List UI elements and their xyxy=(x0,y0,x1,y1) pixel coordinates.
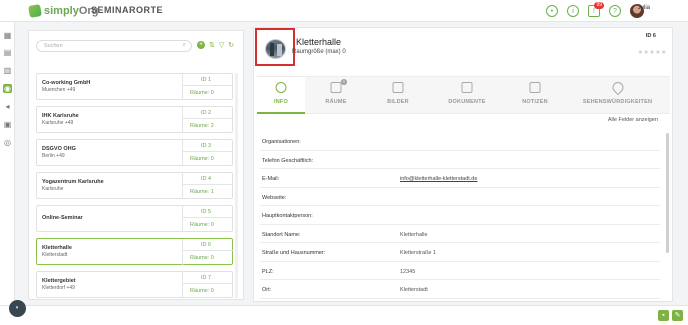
user-name[interactable]: Julia xyxy=(638,5,650,11)
list-item[interactable]: Yogazentrum Karlsruhe Karlsruhe ID 4 Räu… xyxy=(36,172,233,199)
detail-panel: Kletterhalle Raumgröße (max) 0 ID 6 ★★★★… xyxy=(253,27,673,302)
detail-title: Kletterhalle xyxy=(296,37,342,47)
bottom-bar xyxy=(0,305,688,325)
id-badge: ID 4 xyxy=(182,173,233,185)
location-list: Co-working GmbH Muenchen +49 ID 1 Räume:… xyxy=(36,73,233,298)
field-row: E-Mail: info@kletterhalle-kletterstadt.d… xyxy=(260,169,660,188)
detail-id: ID 6 xyxy=(645,33,656,39)
rooms-count: Räume: 0 xyxy=(182,284,233,298)
id-badge: ID 5 xyxy=(182,206,233,218)
tab-sights[interactable]: SEHENSWÜRDIGKEITEN xyxy=(565,77,670,114)
id-badge: ID 1 xyxy=(182,74,233,86)
list-item[interactable]: IHK Karlsruhe Karlsruhe +49 ID 2 Räume: … xyxy=(36,106,233,133)
megaphone-icon[interactable]: ◂ xyxy=(3,102,12,111)
field-row: Standort Name: Kletterhalle xyxy=(260,225,660,243)
rooms-count: Räume: 0 xyxy=(182,218,233,232)
id-badge: ID 3 xyxy=(182,140,233,152)
page-title: SEMINARORTE xyxy=(91,5,164,15)
field-row: Hauptkontaktperson: xyxy=(260,206,660,225)
support-icon[interactable]: ◎ xyxy=(3,138,12,147)
building-icon[interactable]: ▥ xyxy=(3,66,12,75)
id-badge: ID 6 xyxy=(182,239,233,251)
notification-badge: 99 xyxy=(594,2,604,9)
tab-documents[interactable]: DOKUMENTE xyxy=(429,77,505,114)
info-icon[interactable]: i xyxy=(567,5,579,17)
book-icon[interactable]: ▤ xyxy=(3,48,12,57)
sidebar: ▦ ▤ ▥ ◉ ◂ ▣ ◎ xyxy=(0,22,15,325)
list-scrollbar[interactable] xyxy=(235,73,238,298)
rooms-count: Räume: 0 xyxy=(182,251,233,265)
map-pin-icon xyxy=(609,79,626,96)
info-icon xyxy=(275,82,287,93)
field-list: Organisationen: Telefon Geschäftlich: E-… xyxy=(260,132,660,299)
logo-icon xyxy=(28,3,42,18)
search-placeholder: Suchen xyxy=(44,43,63,49)
rooms-icon xyxy=(330,82,342,93)
rooms-badge: 0 xyxy=(341,79,347,85)
detail-tabs: INFO 0 RÄUME BILDER DOKUMENTE NOTIZEN SE… xyxy=(257,76,670,114)
add-icon[interactable]: + xyxy=(197,41,205,49)
email-link[interactable]: info@kletterhalle-kletterstadt.de xyxy=(400,176,477,182)
search-input[interactable]: Suchen ⌕ xyxy=(36,40,192,52)
location-icon[interactable]: ◉ xyxy=(3,84,12,93)
notes-icon xyxy=(529,82,541,93)
location-list-panel: Suchen ⌕ + ⇅ ▽ ↻ Co-working GmbH Muenche… xyxy=(28,30,244,300)
rooms-count: Räume: 1 xyxy=(182,185,233,199)
rooms-count: Räume: 2 xyxy=(182,119,233,133)
list-tools: + ⇅ ▽ ↻ xyxy=(197,41,234,49)
lightbulb-icon[interactable]: • xyxy=(546,5,558,17)
chat-button[interactable]: ◐ xyxy=(9,300,26,317)
search-icon: ⌕ xyxy=(182,42,186,48)
image-icon xyxy=(392,82,404,93)
sort-icon[interactable]: ⇅ xyxy=(209,41,215,49)
field-row: PLZ: 12345 xyxy=(260,262,660,280)
document-icon xyxy=(461,82,473,93)
detail-subtitle: Raumgröße (max) 0 xyxy=(292,49,346,55)
list-item[interactable]: DSGVO OHG Berlin +49 ID 3 Räume: 0 xyxy=(36,139,233,166)
field-row: Telefon Geschäftlich: xyxy=(260,151,660,169)
notification-icon[interactable]: ! 99 xyxy=(588,2,604,17)
rating-stars[interactable]: ★★★★★ xyxy=(638,49,667,56)
delete-button[interactable]: ▪ xyxy=(658,310,669,321)
location-thumbnail[interactable] xyxy=(265,39,286,59)
app-logo[interactable]: simplyOrg xyxy=(28,3,98,18)
header-icons: • i ! 99 ? xyxy=(546,2,644,18)
rooms-count: Räume: 0 xyxy=(182,152,233,166)
top-bar: simplyOrg SEMINARORTE • i ! 99 ? Julia xyxy=(0,0,688,22)
tab-rooms[interactable]: 0 RÄUME xyxy=(305,77,367,114)
field-row: Ort: Kletterstadt xyxy=(260,280,660,299)
filter-icon[interactable]: ▽ xyxy=(219,41,224,49)
tab-info[interactable]: INFO xyxy=(257,77,305,114)
list-item[interactable]: Online-Seminar ID 5 Räume: 0 xyxy=(36,205,233,232)
field-row: Organisationen: xyxy=(260,132,660,151)
field-row: Straße und Hausnummer: Kletterstraße 1 xyxy=(260,243,660,262)
detail-scrollbar[interactable] xyxy=(666,133,669,253)
calendar-icon[interactable]: ▣ xyxy=(3,120,12,129)
id-badge: ID 7 xyxy=(182,272,233,284)
edit-button[interactable]: ✎ xyxy=(672,310,683,321)
help-icon[interactable]: ? xyxy=(609,5,621,17)
list-item[interactable]: Klettergebiet Kletterdorf +49 ID 7 Räume… xyxy=(36,271,233,298)
refresh-icon[interactable]: ↻ xyxy=(228,41,234,49)
list-item-selected[interactable]: Kletterhalle Kletterstadt ID 6 Räume: 0 xyxy=(36,238,233,265)
image-highlight[interactable] xyxy=(255,28,295,66)
tab-images[interactable]: BILDER xyxy=(367,77,429,114)
tab-notes[interactable]: NOTIZEN xyxy=(505,77,565,114)
list-item[interactable]: Co-working GmbH Muenchen +49 ID 1 Räume:… xyxy=(36,73,233,100)
field-row: Webseite: xyxy=(260,188,660,206)
id-badge: ID 2 xyxy=(182,107,233,119)
show-all-fields-link[interactable]: Alle Felder anzeigen xyxy=(608,117,658,123)
dashboard-icon[interactable]: ▦ xyxy=(3,31,12,40)
rooms-count: Räume: 0 xyxy=(182,86,233,100)
